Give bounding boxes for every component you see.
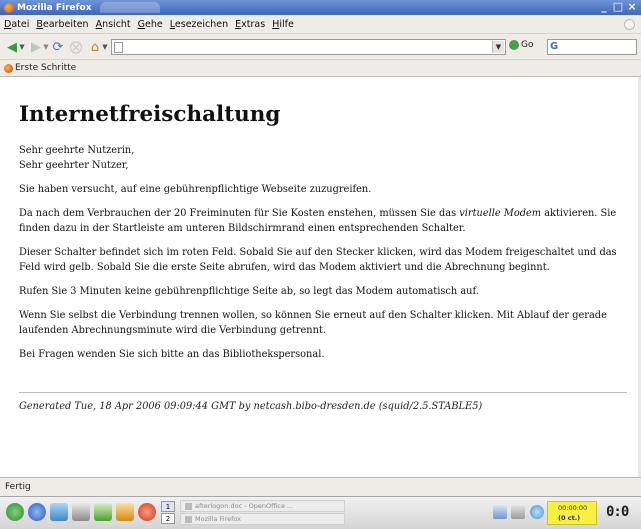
forward-dropdown-icon[interactable]: ▼ xyxy=(42,39,50,55)
document-icon xyxy=(185,502,192,510)
modem-time: 00:00:00 xyxy=(558,504,588,512)
workspace-1[interactable]: 1 xyxy=(161,501,175,512)
menu-datei[interactable]: Datei xyxy=(4,19,29,30)
back-dropdown-icon[interactable]: ▼ xyxy=(18,39,26,55)
help-launcher-icon[interactable] xyxy=(138,503,156,521)
url-dropdown-icon[interactable]: ▼ xyxy=(492,41,504,53)
menu-bar: Datei Bearbeiten Ansicht Gehe Lesezeiche… xyxy=(0,15,641,34)
footer-divider xyxy=(19,392,627,393)
paragraph-5: Wenn Sie selbst die Verbindung trennen w… xyxy=(19,310,607,336)
home-dropdown-icon[interactable]: ▼ xyxy=(101,39,109,55)
volume-tray-icon[interactable] xyxy=(511,505,525,519)
writer-launcher-icon[interactable] xyxy=(50,503,68,521)
menu-extras[interactable]: Extras xyxy=(235,19,265,30)
workspace-2[interactable]: 2 xyxy=(161,513,175,524)
menu-gehe[interactable]: Gehe xyxy=(138,19,163,30)
clock: 0:0 xyxy=(606,504,629,520)
paragraph-3: Dieser Schalter befindet sich im roten F… xyxy=(19,247,617,273)
minimize-button[interactable]: _ xyxy=(598,1,610,13)
modem-cost: (0 ct.) xyxy=(558,514,581,522)
paragraph-2: Da nach dem Verbrauchen der 20 Freiminut… xyxy=(19,206,627,236)
go-arrow-icon xyxy=(509,40,519,50)
task-list: afterlogon.doc - OpenOffice ... Mozilla … xyxy=(180,500,345,526)
paragraph-6: Bei Fragen wenden Sie sich bitte an das … xyxy=(19,349,325,360)
virtual-modem-emphasis: virtuelle Modem xyxy=(459,208,542,219)
modem-plug-icon[interactable] xyxy=(530,505,544,519)
bookmarks-toolbar: Erste Schritte xyxy=(0,60,641,77)
bookmark-label: Erste Schritte xyxy=(15,63,77,73)
maximize-button[interactable]: □ xyxy=(612,1,624,13)
greeting-line-2: Sehr geehrter Nutzer, xyxy=(19,160,129,171)
network-tray-icon[interactable] xyxy=(493,505,507,519)
search-input[interactable]: G xyxy=(547,39,637,55)
menu-lesezeichen[interactable]: Lesezeichen xyxy=(170,19,228,30)
taskbar: 1 2 afterlogon.doc - OpenOffice ... Mozi… xyxy=(0,496,641,529)
page-title: Internetfreischaltung xyxy=(19,102,281,127)
greeting-line-1: Sehr geehrte Nutzerin, xyxy=(19,145,135,156)
firefox-icon xyxy=(4,2,14,13)
task-label: afterlogon.doc - OpenOffice ... xyxy=(195,502,294,510)
window-title: Mozilla Firefox xyxy=(17,2,92,13)
go-label: Go xyxy=(521,40,534,50)
firefox-icon xyxy=(185,515,192,523)
task-label: Mozilla Firefox xyxy=(195,515,241,523)
calc-launcher-icon[interactable] xyxy=(72,503,90,521)
virtual-modem-switch[interactable]: 00:00:00 (0 ct.) xyxy=(547,501,597,525)
menu-bearbeiten[interactable]: Bearbeiten xyxy=(36,19,88,30)
menu-ansicht[interactable]: Ansicht xyxy=(96,19,131,30)
close-button[interactable]: × xyxy=(626,1,638,13)
server-footer: Generated Tue, 18 Apr 2006 09:09:44 GMT … xyxy=(19,401,483,412)
window-controls: _ □ × xyxy=(598,1,638,13)
paragraph-2-start: Da nach dem Verbrauchen der 20 Freiminut… xyxy=(19,208,460,219)
url-input[interactable]: ▼ xyxy=(111,39,506,55)
status-bar: Fertig xyxy=(0,477,641,496)
page-icon xyxy=(114,42,123,53)
go-button[interactable]: Go xyxy=(509,40,533,50)
impress-launcher-icon[interactable] xyxy=(94,503,112,521)
files-launcher-icon[interactable] xyxy=(116,503,134,521)
workspace-pager: 1 2 xyxy=(161,501,177,525)
paragraph-4: Rufen Sie 3 Minuten keine gebührenpflich… xyxy=(19,286,479,297)
firefox-icon xyxy=(4,63,13,73)
status-text: Fertig xyxy=(5,482,31,492)
menu-hilfe[interactable]: Hilfe xyxy=(272,19,294,30)
window-titlebar[interactable]: Mozilla Firefox _ □ × xyxy=(0,0,641,15)
paragraph-1: Sie haben versucht, auf eine gebührenpfl… xyxy=(19,184,372,195)
bookmark-erste-schritte[interactable]: Erste Schritte xyxy=(4,63,76,73)
throbber-icon xyxy=(624,19,635,30)
start-menu-icon[interactable] xyxy=(6,503,24,521)
browser-launcher-icon[interactable] xyxy=(28,503,46,521)
navigation-toolbar: ◀ ▼ ▶ ▼ ⟳ ⨂ ⌂ ▼ ▼ Go G xyxy=(0,34,641,60)
reload-icon[interactable]: ⟳ xyxy=(50,39,66,55)
task-openoffice[interactable]: afterlogon.doc - OpenOffice ... xyxy=(180,500,345,512)
greeting: Sehr geehrte Nutzerin, Sehr geehrter Nut… xyxy=(19,143,627,173)
stop-icon[interactable]: ⨂ xyxy=(68,39,84,55)
title-decoration xyxy=(99,2,160,13)
task-firefox[interactable]: Mozilla Firefox xyxy=(180,513,345,525)
google-search-icon[interactable]: G xyxy=(550,41,558,52)
page-content: Internetfreischaltung Sehr geehrte Nutze… xyxy=(0,77,641,477)
